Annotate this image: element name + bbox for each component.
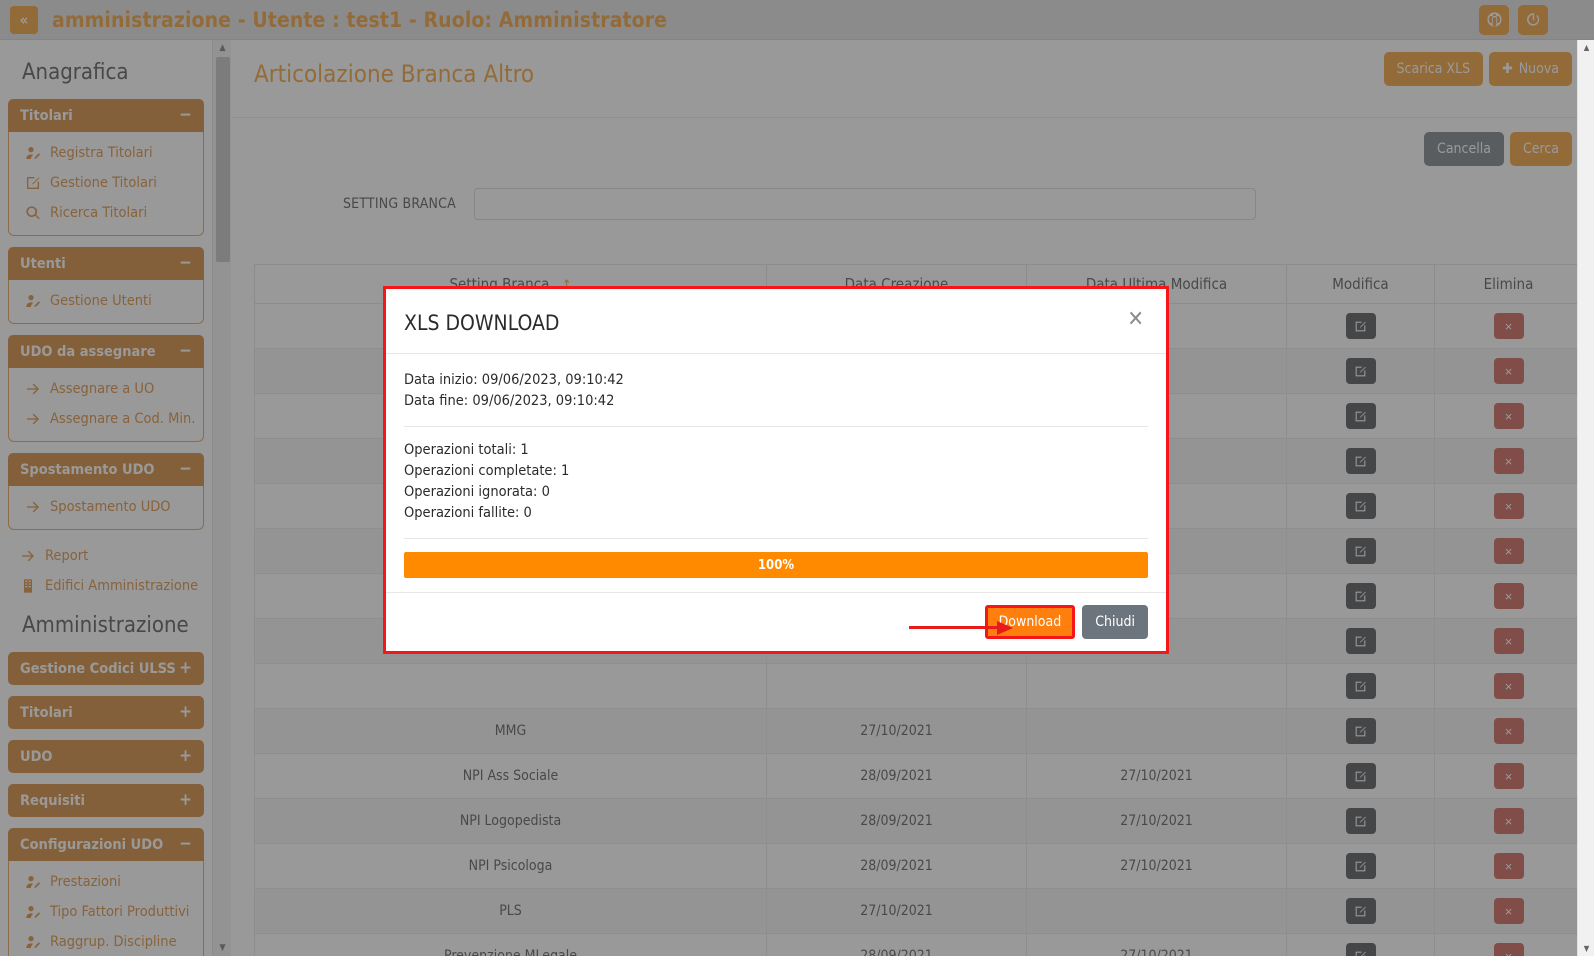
close-icon[interactable]: ✕ — [1127, 309, 1144, 331]
dialog-title: XLS DOWNLOAD — [404, 311, 560, 335]
divider — [404, 538, 1148, 539]
window-scroll-up-icon[interactable]: ▲ — [1578, 40, 1594, 55]
dialog-footer: Download Chiudi — [386, 592, 1166, 651]
progress-bar: 100% — [404, 552, 1148, 578]
window-scroll-down-icon[interactable]: ▼ — [1578, 941, 1594, 956]
ignored-operations-line: Operazioni ignorata: 0 — [404, 484, 550, 500]
dialog-header: XLS DOWNLOAD ✕ — [386, 289, 1166, 354]
window-scrollbar[interactable]: ▲ ▼ — [1577, 40, 1594, 956]
completed-operations-line: Operazioni completate: 1 — [404, 463, 570, 479]
app-root: « amministrazione - Utente : test1 - Ruo… — [0, 0, 1594, 956]
xls-download-dialog: XLS DOWNLOAD ✕ Data inizio: 09/06/2023, … — [383, 286, 1169, 654]
close-button[interactable]: Chiudi — [1082, 605, 1148, 639]
annotation-arrow-icon — [909, 621, 1019, 635]
dialog-body: Data inizio: 09/06/2023, 09:10:42 Data f… — [386, 354, 1166, 592]
failed-operations-line: Operazioni fallite: 0 — [404, 505, 532, 521]
arrow-shaft — [909, 626, 1001, 629]
divider — [404, 426, 1148, 427]
arrow-head — [997, 621, 1013, 635]
total-operations-line: Operazioni totali: 1 — [404, 442, 529, 458]
start-date-line: Data inizio: 09/06/2023, 09:10:42 — [404, 372, 624, 388]
end-date-line: Data fine: 09/06/2023, 09:10:42 — [404, 393, 615, 409]
